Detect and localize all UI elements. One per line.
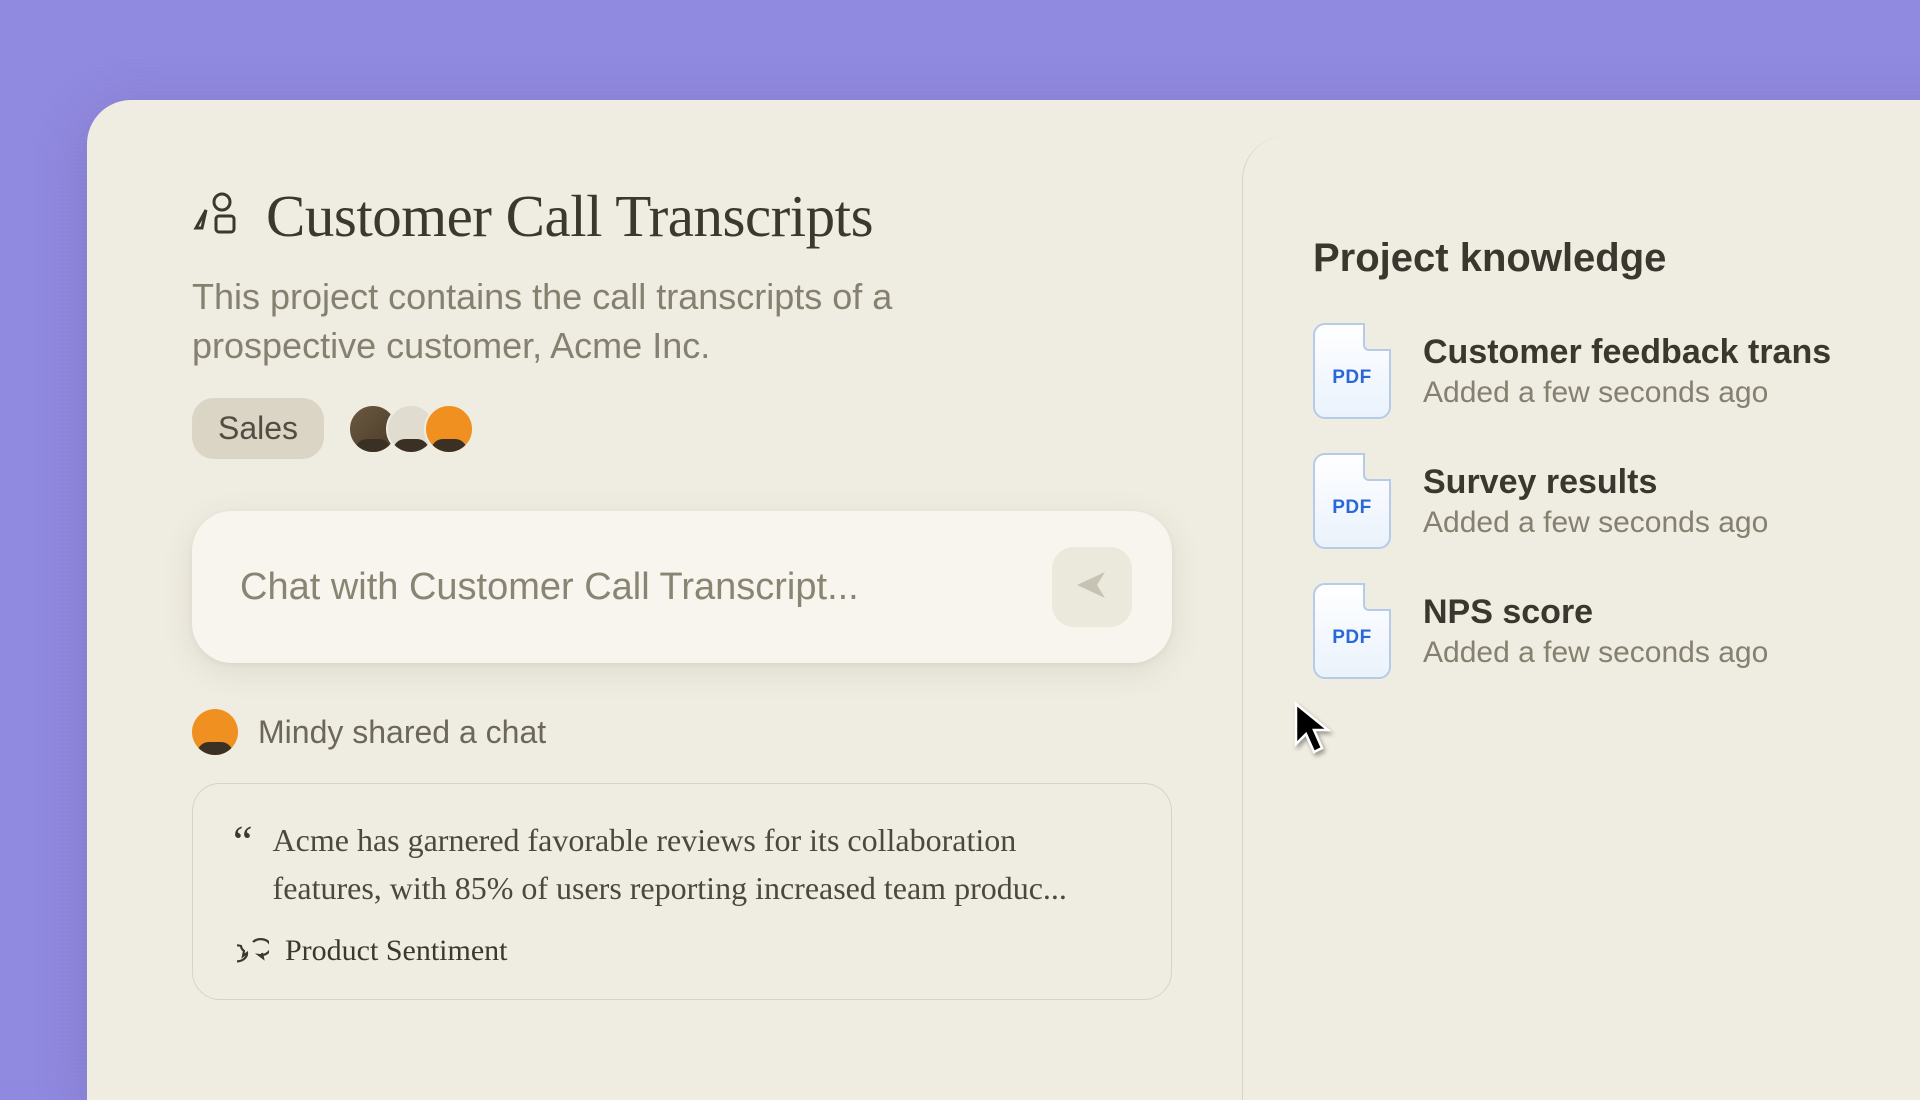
quote-icon: “: [233, 820, 253, 912]
file-name: Customer feedback trans: [1423, 333, 1831, 372]
chat-placeholder: Chat with Customer Call Transcript...: [240, 566, 1052, 609]
main-column: Customer Call Transcripts This project c…: [87, 100, 1242, 1100]
project-title: Customer Call Transcripts: [266, 182, 873, 251]
shared-chat-card[interactable]: “ Acme has garnered favorable reviews fo…: [192, 783, 1172, 1000]
project-meta: Sales: [192, 398, 1172, 459]
avatar: [192, 709, 238, 755]
file-timestamp: Added a few seconds ago: [1423, 506, 1768, 540]
shared-chat-header: Mindy shared a chat: [192, 709, 1172, 755]
project-icon: [192, 190, 240, 243]
chat-title: Product Sentiment: [285, 934, 507, 968]
send-button[interactable]: [1052, 547, 1132, 627]
pdf-icon: PDF: [1313, 323, 1391, 419]
file-name: Survey results: [1423, 463, 1768, 502]
chat-icon: [237, 932, 269, 969]
project-description: This project contains the call transcrip…: [192, 273, 1012, 370]
knowledge-panel: Project knowledge PDF Customer feedback …: [1242, 136, 1920, 1100]
chat-input[interactable]: Chat with Customer Call Transcript...: [192, 511, 1172, 663]
avatar: [424, 404, 474, 454]
member-avatars[interactable]: [348, 404, 474, 454]
pdf-icon: PDF: [1313, 453, 1391, 549]
knowledge-file[interactable]: PDF NPS score Added a few seconds ago: [1313, 583, 1920, 679]
pdf-icon: PDF: [1313, 583, 1391, 679]
app-window: Customer Call Transcripts This project c…: [87, 100, 1920, 1100]
project-tag[interactable]: Sales: [192, 398, 324, 459]
file-name: NPS score: [1423, 593, 1768, 632]
send-icon: [1073, 566, 1111, 609]
project-header: Customer Call Transcripts: [192, 182, 1172, 251]
file-timestamp: Added a few seconds ago: [1423, 376, 1831, 410]
file-timestamp: Added a few seconds ago: [1423, 636, 1768, 670]
quote-text: Acme has garnered favorable reviews for …: [273, 816, 1131, 912]
knowledge-file[interactable]: PDF Customer feedback trans Added a few …: [1313, 323, 1920, 419]
knowledge-title: Project knowledge: [1313, 236, 1920, 281]
shared-chat-label: Mindy shared a chat: [258, 714, 546, 751]
knowledge-file[interactable]: PDF Survey results Added a few seconds a…: [1313, 453, 1920, 549]
